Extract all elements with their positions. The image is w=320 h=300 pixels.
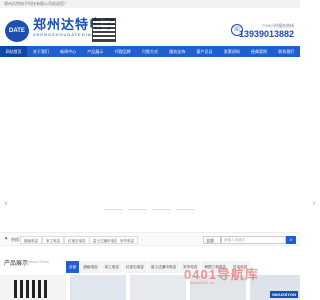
hot-keyword[interactable]: 超级电容 [20, 236, 42, 244]
product-card[interactable] [130, 275, 186, 300]
nav-item-contact[interactable]: 联系我们 [273, 46, 300, 57]
nav-item-testimonials[interactable]: 客户见证 [191, 46, 218, 57]
search-icon: ⌕ [289, 237, 293, 243]
nav-item-cases[interactable]: 经典案例 [245, 46, 272, 57]
hot-keyword[interactable]: 军工电容 [42, 236, 64, 244]
banner-slider[interactable] [0, 57, 300, 227]
product-category-tabs: 全部 超级电容 军工电容 红宝石电容 富士达通讯电容 安华电容 韩国三和电容 日… [66, 261, 300, 273]
nav-item-home[interactable]: 网站首页 [0, 46, 28, 57]
slider-dot[interactable] [177, 209, 195, 210]
product-image [14, 280, 50, 298]
top-welcome-bar: 郑州达特电子科技有限公司欢迎您！ [0, 0, 300, 8]
search-input[interactable]: 请输入关键字 [221, 236, 286, 244]
tab-all[interactable]: 全部 [66, 261, 80, 273]
search-bar: ✦ 热搜： 超级电容 军工电容 红宝石电容 富士达通讯电容 安华电容 全部 请输… [0, 232, 300, 246]
hot-icon: ✦ [4, 236, 9, 242]
site-header: DATE 郑州达特电子 ZHENGZHOUDATEDIANZI ☏ 7*24小时… [0, 8, 300, 46]
tab-fujitsu[interactable]: 富士达通讯电容 [147, 261, 180, 273]
nav-item-payment[interactable]: 付款方式 [136, 46, 163, 57]
product-card[interactable] [0, 275, 66, 300]
hot-keyword[interactable]: 安华电容 [116, 236, 138, 244]
slider-dot[interactable] [105, 209, 123, 210]
hot-keyword[interactable]: 红宝石电容 [64, 236, 90, 244]
welcome-text: 郑州达特电子科技有限公司欢迎您！ [4, 1, 68, 6]
nav-item-about[interactable]: 关于我们 [27, 46, 54, 57]
nav-item-support[interactable]: 服务支持 [164, 46, 191, 57]
nav-item-news[interactable]: 新闻中心 [55, 46, 82, 57]
search-category-select[interactable]: 全部 [203, 236, 221, 244]
nav-item-brands[interactable]: 代理品牌 [109, 46, 136, 57]
slider-dot[interactable] [153, 209, 171, 210]
nav-item-products[interactable]: 产品展示 [82, 46, 109, 57]
tab-rubycon[interactable]: 红宝石电容 [122, 261, 147, 273]
nav-item-invoice[interactable]: 发票须知 [218, 46, 245, 57]
slider-dot[interactable] [129, 209, 147, 210]
slider-pagination [0, 209, 300, 210]
company-logo[interactable]: DATE [5, 20, 29, 42]
slider-next-icon[interactable]: › [310, 200, 318, 208]
watermark-url: www.0401.cn [190, 280, 214, 285]
slider-prev-icon[interactable]: ‹ [2, 200, 10, 208]
search-button[interactable]: ⌕ [286, 236, 296, 244]
main-nav: 网站首页 关于我们 新闻中心 产品展示 代理品牌 付款方式 服务支持 客户见证 … [0, 46, 300, 57]
hotline-number: 13939013882 [238, 29, 294, 39]
tab-military[interactable]: 军工电容 [101, 261, 122, 273]
product-card[interactable] [70, 275, 126, 300]
products-section-subtitle: Product Show [24, 259, 49, 264]
tab-supercap[interactable]: 超级电容 [80, 261, 101, 273]
product-brand-tag: INDUXSYON [270, 291, 298, 298]
qr-code-image [92, 18, 116, 42]
